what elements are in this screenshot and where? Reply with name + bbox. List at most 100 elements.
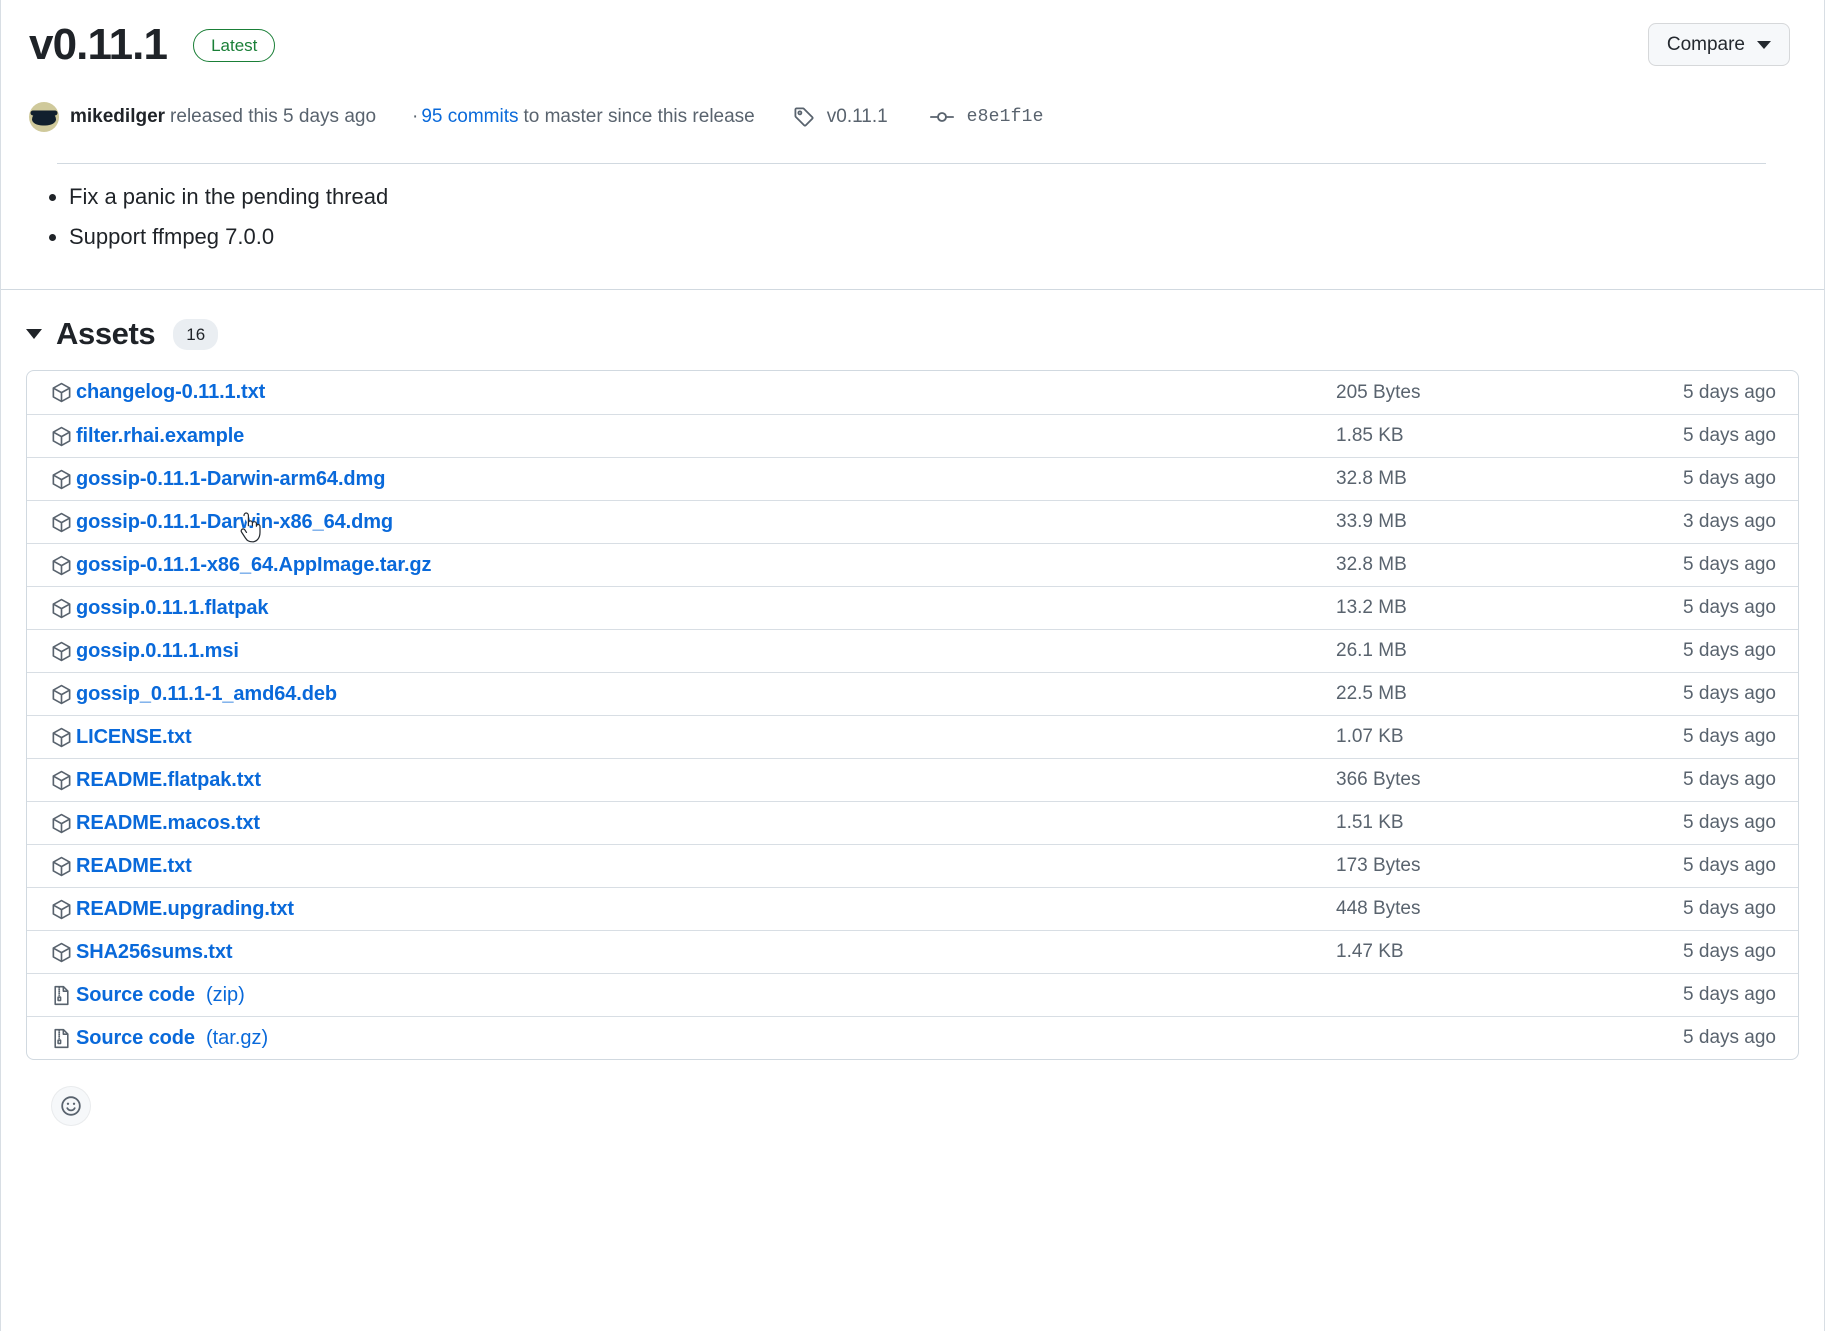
asset-size: 26.1 MB: [1336, 640, 1407, 662]
table-row[interactable]: SHA256sums.txt 1.47 KB 5 days ago: [27, 930, 1798, 973]
asset-date: 5 days ago: [1683, 941, 1776, 963]
asset-name-cell: README.macos.txt: [51, 812, 1336, 835]
asset-link[interactable]: README.upgrading.txt: [76, 898, 294, 921]
table-row[interactable]: README.flatpak.txt 366 Bytes 5 days ago: [27, 758, 1798, 801]
table-row[interactable]: gossip.0.11.1.msi 26.1 MB 5 days ago: [27, 629, 1798, 672]
asset-name-cell: changelog-0.11.1.txt: [51, 381, 1336, 404]
package-icon: [51, 382, 72, 403]
asset-date: 5 days ago: [1683, 683, 1776, 705]
table-row[interactable]: README.macos.txt 1.51 KB 5 days ago: [27, 801, 1798, 844]
compare-button[interactable]: Compare: [1647, 23, 1790, 66]
author-link[interactable]: mikedilger: [70, 106, 165, 128]
avatar[interactable]: [29, 102, 59, 133]
table-row[interactable]: gossip.0.11.1.flatpak 13.2 MB 5 days ago: [27, 586, 1798, 629]
asset-link[interactable]: changelog-0.11.1.txt: [76, 381, 265, 404]
release-page: v0.11.1 Latest Compare mikedilger releas…: [0, 0, 1825, 1331]
triangle-down-icon: [26, 329, 42, 340]
package-icon: [51, 598, 72, 619]
asset-link[interactable]: README.txt: [76, 855, 192, 878]
release-header: v0.11.1 Latest Compare mikedilger releas…: [1, 0, 1824, 165]
table-row[interactable]: README.upgrading.txt 448 Bytes 5 days ago: [27, 887, 1798, 930]
table-row[interactable]: Source code (tar.gz) 5 days ago: [27, 1016, 1798, 1059]
asset-date: 5 days ago: [1683, 812, 1776, 834]
asset-name-cell: README.flatpak.txt: [51, 769, 1336, 792]
asset-name-cell: LICENSE.txt: [51, 726, 1336, 749]
file-zip-icon: [51, 985, 72, 1006]
asset-name-cell: README.txt: [51, 855, 1336, 878]
commits-tail-text: to master since this release: [523, 106, 755, 128]
table-row[interactable]: gossip_0.11.1-1_amd64.deb 22.5 MB 5 days a…: [27, 672, 1798, 715]
commits-link[interactable]: 95 commits: [421, 106, 518, 128]
table-row[interactable]: Source code (zip) 5 days ago: [27, 973, 1798, 1016]
header-divider: [57, 163, 1766, 165]
asset-name-cell: gossip-0.11.1-x86_64.AppImage.tar.gz: [51, 554, 1336, 577]
asset-name-cell: README.upgrading.txt: [51, 898, 1336, 921]
release-byline: mikedilger released this 5 days ago · 95…: [29, 102, 1794, 133]
asset-link[interactable]: README.flatpak.txt: [76, 769, 261, 792]
table-row[interactable]: LICENSE.txt 1.07 KB 5 days ago: [27, 715, 1798, 758]
add-reaction-button[interactable]: [51, 1086, 91, 1127]
asset-date: 5 days ago: [1683, 468, 1776, 490]
asset-link[interactable]: gossip-0.11.1-x86_64.AppImage.tar.gz: [76, 554, 432, 577]
asset-link[interactable]: gossip-0.11.1-Darwin-arm64.dmg: [76, 468, 385, 491]
asset-date: 5 days ago: [1683, 1027, 1776, 1049]
list-item: Support ffmpeg 7.0.0: [69, 220, 1794, 254]
asset-date: 5 days ago: [1683, 425, 1776, 447]
git-commit-icon: [929, 106, 954, 128]
asset-size: 1.07 KB: [1336, 726, 1404, 748]
release-body: Fix a panic in the pending thread Suppor…: [1, 164, 1824, 254]
assets-header-toggle[interactable]: Assets 16: [26, 316, 1799, 352]
asset-size: 1.85 KB: [1336, 425, 1404, 447]
release-notes-list: Fix a panic in the pending thread Suppor…: [29, 180, 1794, 254]
page-title: v0.11.1: [29, 20, 168, 69]
asset-name-cell: gossip.0.11.1.msi: [51, 640, 1336, 663]
table-row[interactable]: filter.rhai.example 1.85 KB 5 days ago: [27, 414, 1798, 457]
tag-group[interactable]: v0.11.1: [793, 106, 888, 128]
file-zip-icon: [51, 1028, 72, 1049]
package-icon: [51, 684, 72, 705]
asset-date: 5 days ago: [1683, 898, 1776, 920]
asset-name-cell: Source code (tar.gz): [51, 1027, 1336, 1050]
package-icon: [51, 856, 72, 877]
asset-link[interactable]: filter.rhai.example: [76, 425, 244, 448]
asset-link[interactable]: gossip-0.11.1-Darwin-x86_64.dmg: [76, 511, 393, 534]
asset-date: 5 days ago: [1683, 597, 1776, 619]
asset-size: 205 Bytes: [1336, 381, 1421, 403]
asset-name-cell: gossip-0.11.1-Darwin-x86_64.dmg: [51, 511, 1336, 534]
assets-section: Assets 16 changelog-0.11.1.txt 205 Bytes 5…: [1, 316, 1824, 1127]
asset-link[interactable]: gossip_0.11.1-1_amd64.deb: [76, 683, 337, 706]
section-divider: [1, 289, 1824, 291]
assets-count-badge: 16: [173, 318, 219, 350]
asset-link[interactable]: gossip.0.11.1.flatpak: [76, 597, 269, 620]
asset-link[interactable]: README.macos.txt: [76, 812, 260, 835]
asset-name-cell: SHA256sums.txt: [51, 941, 1336, 964]
asset-link[interactable]: SHA256sums.txt: [76, 941, 233, 964]
table-row[interactable]: gossip-0.11.1-x86_64.AppImage.tar.gz 32.8…: [27, 543, 1798, 586]
table-row[interactable]: changelog-0.11.1.txt 205 Bytes 5 days ago: [27, 371, 1798, 414]
asset-link[interactable]: gossip.0.11.1.msi: [76, 640, 239, 663]
commit-group[interactable]: e8e1f1e: [929, 106, 1044, 128]
tag-name: v0.11.1: [826, 106, 888, 128]
asset-date: 5 days ago: [1683, 726, 1776, 748]
asset-link[interactable]: Source code: [76, 984, 195, 1007]
package-icon: [51, 942, 72, 963]
tag-icon: [793, 106, 815, 128]
asset-size: 22.5 MB: [1336, 683, 1407, 705]
asset-name-cell: Source code (zip): [51, 984, 1336, 1007]
table-row[interactable]: gossip-0.11.1-Darwin-x86_64.dmg 33.9 MB 3 …: [27, 500, 1798, 543]
asset-link[interactable]: LICENSE.txt: [76, 726, 192, 749]
asset-name-cell: gossip-0.11.1-Darwin-arm64.dmg: [51, 468, 1336, 491]
package-icon: [51, 426, 72, 447]
table-row[interactable]: README.txt 173 Bytes 5 days ago: [27, 844, 1798, 887]
asset-size: 32.8 MB: [1336, 468, 1407, 490]
asset-format-suffix: (zip): [205, 983, 245, 1006]
asset-link[interactable]: Source code: [76, 1027, 195, 1050]
asset-size: 33.9 MB: [1336, 511, 1407, 533]
compare-button-label: Compare: [1666, 33, 1745, 55]
package-icon: [51, 813, 72, 834]
asset-date: 5 days ago: [1683, 554, 1776, 576]
asset-name-cell: gossip_0.11.1-1_amd64.deb: [51, 683, 1336, 706]
asset-date: 5 days ago: [1683, 855, 1776, 877]
table-row[interactable]: gossip-0.11.1-Darwin-arm64.dmg 32.8 MB 5 d…: [27, 457, 1798, 500]
asset-size: 173 Bytes: [1336, 855, 1421, 877]
